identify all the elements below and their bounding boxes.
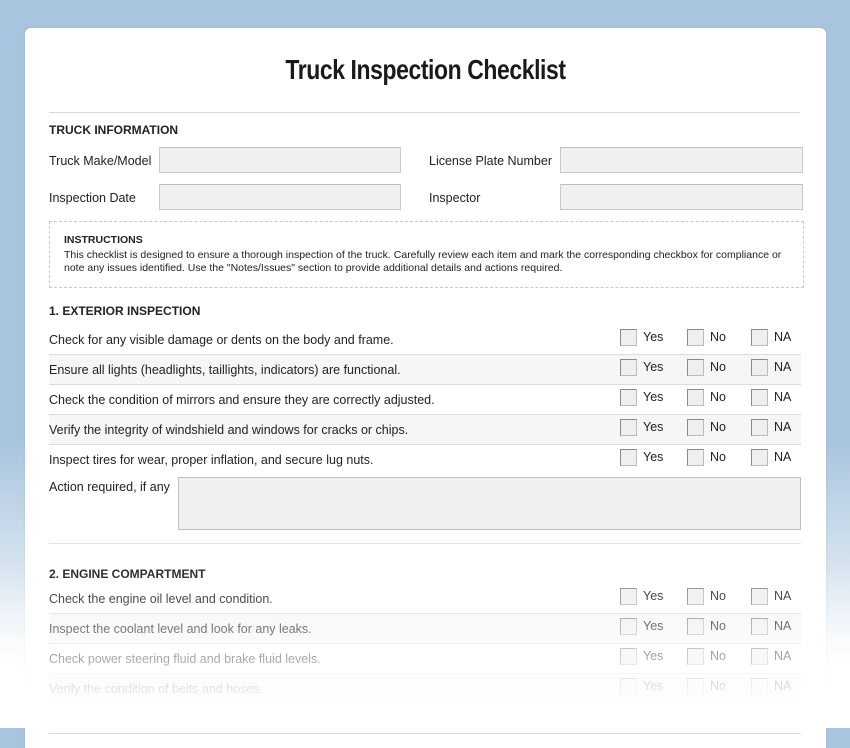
instructions-box: INSTRUCTIONS This checklist is designed …: [49, 221, 804, 288]
inspection-date-field[interactable]: [159, 184, 401, 210]
yes-label: Yes: [643, 420, 664, 434]
no-checkbox[interactable]: [687, 359, 704, 376]
na-label: NA: [774, 450, 792, 464]
yes-label: Yes: [643, 649, 664, 663]
yes-label: Yes: [643, 619, 664, 633]
no-label: No: [710, 679, 726, 693]
inspector-label: Inspector: [429, 191, 481, 205]
checklist-item-text: Inspect the coolant level and look for a…: [49, 622, 312, 636]
na-label: NA: [774, 360, 792, 374]
na-checkbox[interactable]: [751, 618, 768, 635]
na-label: NA: [774, 649, 792, 663]
yes-label: Yes: [643, 450, 664, 464]
yes-checkbox[interactable]: [620, 329, 637, 346]
yes-label: Yes: [643, 679, 664, 693]
checklist-row: Check power steering fluid and brake flu…: [49, 644, 801, 674]
no-label: No: [710, 330, 726, 344]
checklist-item-text: Ensure all lights (headlights, taillight…: [49, 363, 401, 377]
checklist-item-text: Check the condition of mirrors and ensur…: [49, 393, 435, 407]
checklist-row: [49, 704, 801, 734]
checklist-row: Check for any visible damage or dents on…: [49, 325, 801, 355]
na-label: NA: [774, 679, 792, 693]
na-label: NA: [774, 330, 792, 344]
na-checkbox[interactable]: [751, 449, 768, 466]
yes-checkbox[interactable]: [620, 389, 637, 406]
no-checkbox[interactable]: [687, 449, 704, 466]
inspector-field[interactable]: [560, 184, 803, 210]
yes-label: Yes: [643, 589, 664, 603]
checklist-item-text: Check power steering fluid and brake flu…: [49, 652, 321, 666]
no-label: No: [710, 450, 726, 464]
checklist-row: Inspect tires for wear, proper inflation…: [49, 445, 801, 475]
truck-make-model-label: Truck Make/Model: [49, 154, 152, 168]
checklist-item-text: Check for any visible damage or dents on…: [49, 333, 394, 347]
no-label: No: [710, 649, 726, 663]
action-required-label: Action required, if any: [49, 480, 170, 494]
no-checkbox[interactable]: [687, 419, 704, 436]
divider: [49, 543, 801, 544]
license-plate-field[interactable]: [560, 147, 803, 173]
engine-compartment-heading: 2. ENGINE COMPARTMENT: [49, 567, 206, 581]
na-label: NA: [774, 420, 792, 434]
checklist-item-text: Inspect tires for wear, proper inflation…: [49, 453, 374, 467]
checklist-row: Ensure all lights (headlights, taillight…: [49, 355, 801, 385]
no-checkbox[interactable]: [687, 618, 704, 635]
yes-checkbox[interactable]: [620, 618, 637, 635]
na-label: NA: [774, 589, 792, 603]
no-checkbox[interactable]: [687, 708, 704, 725]
checklist-row: Verify the condition of belts and hoses.…: [49, 674, 801, 704]
yes-checkbox[interactable]: [620, 708, 637, 725]
truck-information-heading: TRUCK INFORMATION: [49, 123, 179, 137]
na-checkbox[interactable]: [751, 359, 768, 376]
na-checkbox[interactable]: [751, 419, 768, 436]
no-label: No: [710, 619, 726, 633]
yes-label: Yes: [643, 360, 664, 374]
na-checkbox[interactable]: [751, 329, 768, 346]
na-label: NA: [774, 619, 792, 633]
checklist-item-text: Verify the integrity of windshield and w…: [49, 423, 409, 437]
yes-label: Yes: [643, 390, 664, 404]
checklist-row: Inspect the coolant level and look for a…: [49, 614, 801, 644]
checklist-page: Truck Inspection Checklist TRUCK INFORMA…: [25, 28, 826, 748]
truck-make-model-field[interactable]: [159, 147, 401, 173]
inspection-date-label: Inspection Date: [49, 191, 136, 205]
instructions-heading: INSTRUCTIONS: [64, 234, 143, 246]
instructions-text: This checklist is designed to ensure a t…: [64, 249, 782, 274]
na-checkbox[interactable]: [751, 678, 768, 695]
checklist-row: Check the engine oil level and condition…: [49, 584, 801, 614]
na-checkbox[interactable]: [751, 389, 768, 406]
checklist-item-text: Check the engine oil level and condition…: [49, 592, 273, 606]
na-checkbox[interactable]: [751, 708, 768, 725]
exterior-inspection-heading: 1. EXTERIOR INSPECTION: [49, 304, 201, 318]
no-checkbox[interactable]: [687, 588, 704, 605]
yes-checkbox[interactable]: [620, 419, 637, 436]
na-checkbox[interactable]: [751, 588, 768, 605]
checklist-row: Verify the integrity of windshield and w…: [49, 415, 801, 445]
na-label: NA: [774, 390, 792, 404]
action-required-field[interactable]: [178, 477, 801, 530]
no-checkbox[interactable]: [687, 329, 704, 346]
checklist-row: Check the condition of mirrors and ensur…: [49, 385, 801, 415]
yes-checkbox[interactable]: [620, 449, 637, 466]
na-checkbox[interactable]: [751, 648, 768, 665]
no-label: No: [710, 390, 726, 404]
no-label: No: [710, 420, 726, 434]
yes-checkbox[interactable]: [620, 678, 637, 695]
checklist-item-text: Verify the condition of belts and hoses.: [49, 682, 264, 696]
license-plate-label: License Plate Number: [429, 154, 552, 168]
no-checkbox[interactable]: [687, 389, 704, 406]
yes-label: Yes: [643, 330, 664, 344]
page-title: Truck Inspection Checklist: [285, 54, 566, 85]
divider: [49, 112, 800, 113]
no-checkbox[interactable]: [687, 678, 704, 695]
yes-checkbox[interactable]: [620, 588, 637, 605]
no-checkbox[interactable]: [687, 648, 704, 665]
yes-checkbox[interactable]: [620, 648, 637, 665]
yes-checkbox[interactable]: [620, 359, 637, 376]
no-label: No: [710, 360, 726, 374]
no-label: No: [710, 589, 726, 603]
